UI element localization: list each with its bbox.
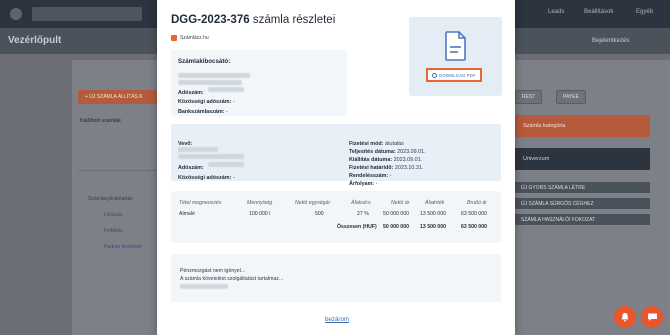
total-vat: 13 500 000 bbox=[420, 224, 446, 230]
right-card-orange-label: Számla kategória bbox=[523, 123, 566, 129]
left-item-list[interactable]: Listázás bbox=[104, 212, 122, 218]
payee-button[interactable]: PAYEE bbox=[556, 90, 586, 104]
payment-info-card: Fizetési mód: átutalás Teljesítés dátuma… bbox=[342, 124, 501, 187]
right-link-2[interactable]: ÚJ SZÁMLA SÜRGŐS CÉGHEZ bbox=[515, 198, 650, 209]
cell-unit-price: 500 bbox=[315, 211, 324, 217]
table-total-row: Összesen (HUF) 50 000 000 13 500 000 63 … bbox=[177, 224, 495, 232]
seller-eu-tax-value: - bbox=[231, 99, 235, 105]
right-link-1[interactable]: ÚJ GYORS SZÁMLA LÉTRE bbox=[515, 182, 650, 193]
chat-button[interactable] bbox=[641, 306, 663, 328]
seller-bank-value: - bbox=[224, 109, 228, 115]
cell-gross: 63 500 000 bbox=[461, 211, 487, 217]
new-invoice-button-label: + ÚJ SZÁMLA ÁLLÍTÁS K bbox=[85, 94, 143, 100]
document-icon bbox=[445, 31, 466, 61]
page-title: Vezérlőpult bbox=[8, 35, 62, 46]
buyer-eu-tax-value: - bbox=[231, 175, 235, 181]
rest-button[interactable]: REST bbox=[515, 90, 543, 104]
col-header-vat: Áfaérték bbox=[425, 200, 445, 206]
exchange-rate-line: Árfolyam: - bbox=[349, 172, 377, 190]
col-header-vat-rate: Áfakulcs bbox=[351, 200, 371, 206]
col-header-unit-price: Nettó egységár bbox=[295, 200, 331, 206]
exchange-rate-label: Árfolyam: bbox=[349, 181, 375, 187]
invoice-number: DGG-2023-376 bbox=[171, 14, 250, 26]
seller-heading: Számlakibocsátó: bbox=[178, 58, 231, 65]
bell-icon bbox=[621, 313, 629, 322]
note-line-redacted bbox=[180, 284, 228, 290]
left-item-upload[interactable]: Feltöltés bbox=[104, 228, 123, 234]
order-number-value: - bbox=[388, 173, 392, 179]
table-header-row: Tétel megnevezés Mennyiség Nettó egységá… bbox=[177, 200, 495, 208]
cell-net: 50 000 000 bbox=[383, 211, 409, 217]
left-item-register: Számlanyilvántartás bbox=[88, 196, 133, 202]
col-header-quantity: Mennyiség bbox=[247, 200, 273, 206]
right-card-orange[interactable]: Számla kategória bbox=[515, 115, 650, 137]
buyer-card: Vevő: Adószám: Közösségi adószám: - bbox=[171, 124, 347, 181]
note-line-2: A számla követelést szolgáltatást tartal… bbox=[180, 276, 284, 282]
buyer-eu-tax-label: Közösségi adószám: bbox=[178, 175, 232, 181]
close-modal-link[interactable]: bezárom bbox=[325, 316, 349, 323]
cell-quantity: 100 000 l bbox=[249, 211, 271, 217]
left-section-title: Kiállított számlák bbox=[80, 118, 121, 124]
total-gross: 63 500 000 bbox=[461, 224, 487, 230]
table-row: Almalé 100 000 l 500 27 % 50 000 000 13 … bbox=[177, 211, 495, 219]
seller-card: Számlakibocsátó: Adószám: Közösségi adós… bbox=[171, 50, 347, 116]
exchange-rate-value: - bbox=[374, 181, 378, 187]
notes-card: Pénzmozgást nem igényel... A számla köve… bbox=[171, 254, 501, 302]
chat-bubble-icon bbox=[647, 313, 657, 321]
items-table-card: Tétel megnevezés Mennyiség Nettó egységá… bbox=[171, 191, 501, 243]
cell-item-name: Almalé bbox=[179, 211, 195, 217]
app-logo-icon bbox=[10, 8, 22, 20]
notifications-button[interactable] bbox=[614, 306, 636, 328]
global-search-input[interactable] bbox=[32, 7, 142, 21]
total-net: 50 000 000 bbox=[383, 224, 409, 230]
col-header-gross: Bruttó ár bbox=[467, 200, 487, 206]
right-link-3[interactable]: SZÁMLA HASZNÁLÓI FOKOZAT bbox=[515, 214, 650, 225]
provider-name: Számlázz.hu bbox=[180, 35, 209, 41]
due-date-value: 2023.10.31. bbox=[393, 165, 424, 171]
modal-title-suffix: számla részletei bbox=[249, 14, 336, 26]
divider bbox=[78, 170, 157, 171]
nav-item-settings[interactable]: Beállítások bbox=[584, 9, 613, 15]
pdf-preview-card: DOWNLOAD PDF bbox=[409, 17, 502, 96]
cell-vat-rate: 27 % bbox=[357, 211, 369, 217]
right-card-dark[interactable]: Univerzum bbox=[515, 148, 650, 170]
left-item-partner[interactable]: Partner kezelése bbox=[104, 244, 142, 250]
provider-logo-icon bbox=[171, 35, 177, 41]
col-header-item: Tétel megnevezés bbox=[179, 200, 222, 206]
seller-bank-label: Bankszámlaszám: bbox=[178, 109, 225, 115]
download-pdf-label: DOWNLOAD PDF bbox=[439, 72, 476, 78]
download-icon bbox=[432, 72, 438, 78]
invoice-details-modal: DGG-2023-376 számla részletei Számlázz.h… bbox=[157, 0, 515, 335]
nav-item-leads[interactable]: Leads bbox=[548, 9, 564, 15]
modal-title: DGG-2023-376 számla részletei bbox=[171, 14, 335, 26]
col-header-net: Nettó ár bbox=[391, 200, 410, 206]
download-pdf-button[interactable]: DOWNLOAD PDF bbox=[426, 68, 482, 82]
right-card-dark-label: Univerzum bbox=[523, 156, 550, 162]
header-right-link[interactable]: Bejelentkezés bbox=[592, 38, 629, 44]
nav-item-other[interactable]: Egyéb bbox=[636, 9, 653, 15]
provider-badge: Számlázz.hu bbox=[171, 35, 209, 41]
seller-bank-line: Bankszámlaszám: - bbox=[178, 100, 228, 118]
buyer-eu-tax-line: Közösségi adószám: - bbox=[178, 166, 235, 184]
note-line-1: Pénzmozgást nem igényel... bbox=[180, 268, 246, 274]
total-label: Összesen (HUF) bbox=[337, 224, 377, 230]
cell-vat: 13 500 000 bbox=[420, 211, 446, 217]
